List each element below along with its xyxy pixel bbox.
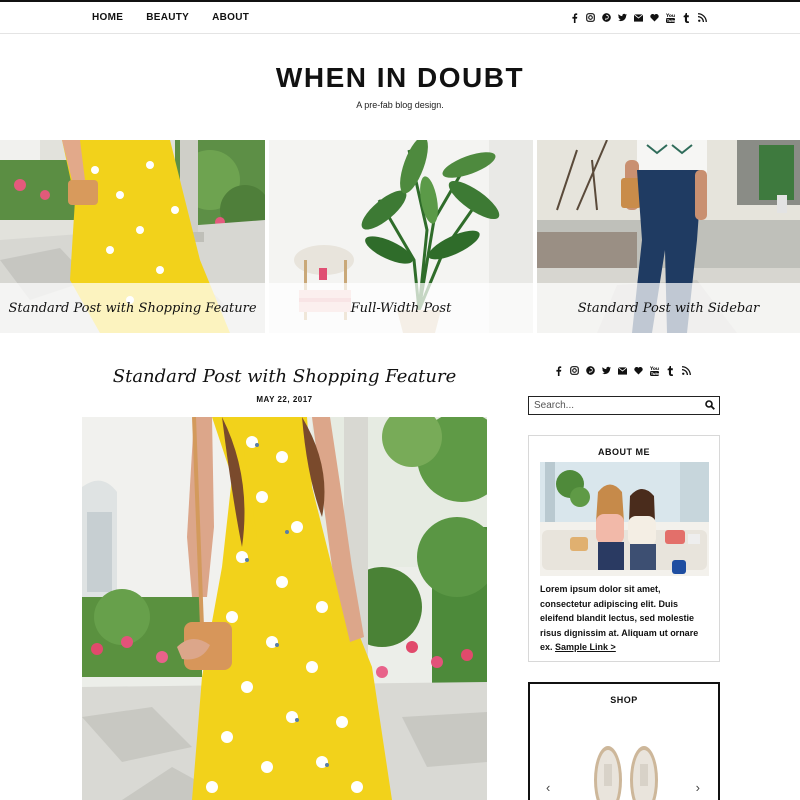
facebook-icon[interactable] <box>554 365 563 376</box>
featured-post-3-label-bar: Standard Post with Sidebar <box>537 283 800 333</box>
featured-post-3-title[interactable]: Standard Post with Sidebar <box>578 301 759 316</box>
featured-post-1-label-bar: Standard Post with Shopping Feature <box>0 283 265 333</box>
featured-post-2[interactable]: Full-Width Post <box>269 140 533 333</box>
post-featured-image[interactable] <box>82 417 487 800</box>
facebook-icon[interactable] <box>570 12 579 23</box>
sample-link[interactable]: Sample Link > <box>555 642 616 652</box>
svg-text:Tube: Tube <box>667 19 675 23</box>
post-date: MAY 22, 2017 <box>256 395 313 404</box>
shop-heading: SHOP <box>610 695 638 705</box>
sidebar-social-links: YouTube <box>554 365 691 376</box>
pinterest-icon[interactable] <box>602 12 611 23</box>
top-navigation-bar: HOME BEAUTY ABOUT YouTube <box>0 0 800 34</box>
post-title[interactable]: Standard Post with Shopping Feature <box>82 366 487 387</box>
nav-beauty[interactable]: BEAUTY <box>146 12 189 23</box>
search-input[interactable] <box>529 397 699 414</box>
post-image-illustration <box>82 417 487 800</box>
youtube-icon[interactable]: YouTube <box>650 365 659 376</box>
tumblr-icon[interactable] <box>666 365 675 376</box>
svg-text:Tube: Tube <box>651 372 659 376</box>
heart-icon[interactable] <box>650 12 659 23</box>
email-icon[interactable] <box>634 12 643 23</box>
featured-post-3[interactable]: Standard Post with Sidebar <box>537 140 800 333</box>
instagram-icon[interactable] <box>570 365 579 376</box>
instagram-icon[interactable] <box>586 12 595 23</box>
twitter-icon[interactable] <box>602 365 611 376</box>
featured-post-2-label-bar: Full-Width Post <box>269 283 533 333</box>
youtube-icon[interactable]: YouTube <box>666 12 675 23</box>
featured-post-2-title[interactable]: Full-Width Post <box>351 301 452 316</box>
site-tagline: A pre-fab blog design. <box>356 100 444 110</box>
pinterest-icon[interactable] <box>586 365 595 376</box>
nav-home[interactable]: HOME <box>92 12 123 23</box>
search-icon[interactable] <box>705 400 715 410</box>
main-nav: HOME BEAUTY ABOUT <box>92 12 249 23</box>
nav-about[interactable]: ABOUT <box>212 12 249 23</box>
site-title[interactable]: WHEN IN DOUBT <box>0 62 800 94</box>
about-me-heading: ABOUT ME <box>598 447 650 457</box>
about-me-text: Lorem ipsum dolor sit amet, consectetur … <box>540 582 712 655</box>
about-me-photo <box>540 462 709 576</box>
featured-post-1-title[interactable]: Standard Post with Shopping Feature <box>8 301 256 316</box>
sidebar-search <box>528 396 720 415</box>
featured-post-1[interactable]: Standard Post with Shopping Feature <box>0 140 265 333</box>
about-me-widget: ABOUT ME Lorem ipsum dolor sit amet, con… <box>528 435 720 662</box>
shop-widget: SHOP ‹ › <box>528 682 720 800</box>
twitter-icon[interactable] <box>618 12 627 23</box>
rss-icon[interactable] <box>682 365 691 376</box>
header-social-links: YouTube <box>570 12 707 23</box>
shop-product-shoes[interactable] <box>586 734 666 800</box>
rss-icon[interactable] <box>698 12 707 23</box>
shop-next-arrow[interactable]: › <box>696 780 700 795</box>
tumblr-icon[interactable] <box>682 12 691 23</box>
shop-prev-arrow[interactable]: ‹ <box>546 780 550 795</box>
email-icon[interactable] <box>618 365 627 376</box>
heart-icon[interactable] <box>634 365 643 376</box>
